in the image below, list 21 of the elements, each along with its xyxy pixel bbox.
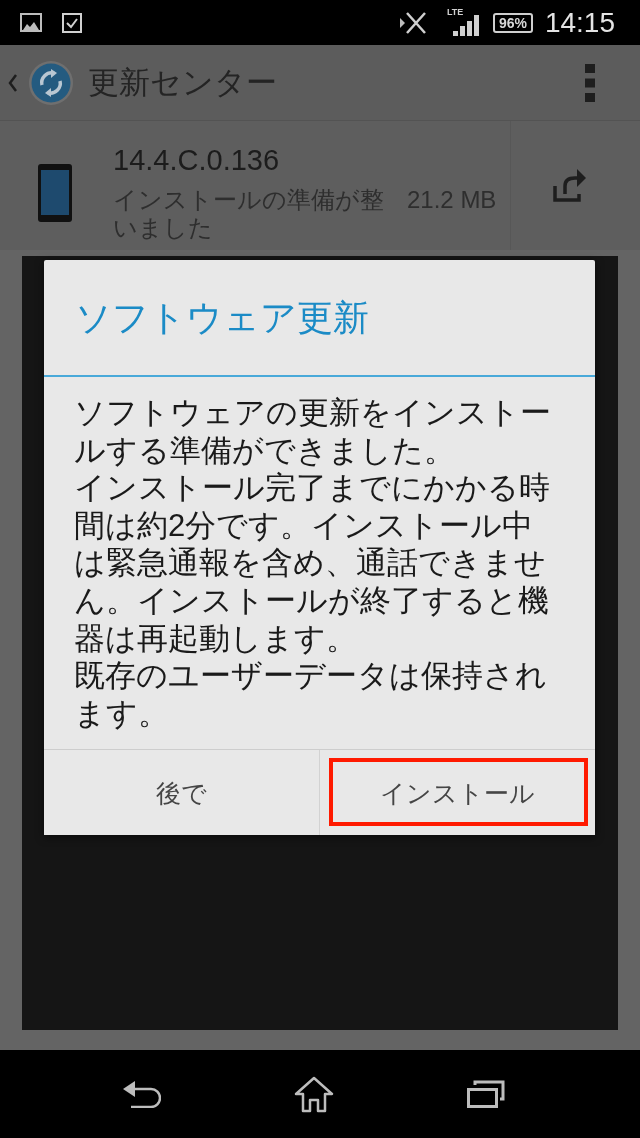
phone-icon [38, 164, 72, 222]
x-mark-icon [398, 10, 427, 35]
clock-time: 14:15 [544, 6, 615, 39]
dialog-title: ソフトウェア更新 [75, 296, 369, 339]
app-bar-title: 更新センター [88, 64, 277, 101]
more-options-icon[interactable] [584, 63, 596, 102]
battery-indicator: 96% [492, 12, 533, 33]
image-icon [20, 13, 42, 32]
back-chevron-icon[interactable] [8, 73, 18, 92]
dialog-message-paragraph: 既存のユーザーデータは保持されます。 [74, 657, 548, 733]
dialog-button[interactable]: 後で [44, 750, 319, 836]
recent-apps-icon[interactable] [467, 1080, 505, 1108]
back-icon[interactable] [123, 1080, 161, 1108]
dialog-message-paragraph: ソフトウェアの更新をインストールする準備ができました。 [74, 394, 552, 470]
version-text: 14.4.C.0.136 [113, 143, 281, 177]
checkbox-icon [62, 12, 82, 33]
home-icon[interactable] [294, 1075, 334, 1113]
sync-arrows-logo-icon [28, 59, 74, 106]
network-type-label: LTE [446, 6, 464, 17]
signal-icon [452, 14, 480, 36]
dialog-message-paragraph: インストール完了までにかかる時間は約2分です。インストール中は緊急通報を含め、通話できません。インストールが終了すると機器は再起動します。 [74, 469, 551, 658]
